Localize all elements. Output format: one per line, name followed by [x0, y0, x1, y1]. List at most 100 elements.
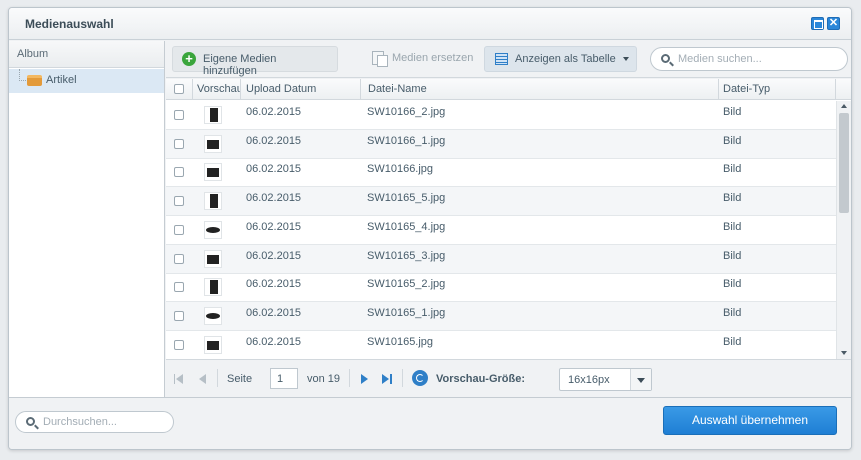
table-row[interactable]: 06.02.2015 SW10166_1.jpg Bild	[166, 129, 836, 159]
file-type-cell: Bild	[723, 306, 742, 319]
first-page-icon[interactable]	[174, 374, 183, 384]
upload-date-cell: 06.02.2015	[246, 192, 302, 205]
table-row[interactable]: 06.02.2015 SW10165_4.jpg Bild	[166, 216, 836, 245]
media-selection-window: Medienauswahl ✕ Album Artikel + Eigene M…	[8, 7, 852, 450]
row-checkbox[interactable]	[174, 282, 184, 293]
row-checkbox[interactable]	[174, 138, 184, 149]
file-name-cell: SW10165_5.jpg	[367, 192, 446, 205]
window-title: Medienauswahl	[25, 17, 114, 31]
column-upload-date[interactable]: Upload Datum	[241, 79, 361, 100]
preview-thumbnail	[204, 278, 222, 297]
media-search-box	[650, 47, 848, 71]
separator	[402, 369, 403, 387]
chevron-down-icon[interactable]	[630, 369, 651, 390]
album-item-artikel[interactable]: Artikel	[9, 69, 164, 93]
replace-media-button[interactable]: Medien ersetzen	[362, 46, 482, 72]
preview-thumbnail	[204, 335, 222, 354]
grid-header: Vorschau Upload Datum Datei-Name Datei-T…	[166, 79, 851, 100]
view-as-table-button[interactable]: Anzeigen als Tabelle	[484, 46, 637, 72]
table-row[interactable]: 06.02.2015 SW10166.jpg Bild	[166, 158, 836, 188]
grid-scrollbar[interactable]	[836, 101, 851, 359]
table-icon	[495, 53, 508, 65]
dialog-footer: Auswahl übernehmen	[9, 397, 851, 449]
refresh-icon[interactable]	[412, 370, 428, 386]
table-row[interactable]: 06.02.2015 SW10166_2.jpg Bild	[166, 101, 836, 130]
table-row[interactable]: 06.02.2015 SW10165_5.jpg Bild	[166, 187, 836, 217]
file-name-cell: SW10166_2.jpg	[367, 106, 446, 118]
media-search-input[interactable]	[678, 53, 838, 65]
file-type-cell: Bild	[723, 192, 742, 205]
row-checkbox[interactable]	[174, 253, 184, 264]
row-checkbox[interactable]	[174, 310, 184, 321]
row-checkbox[interactable]	[174, 339, 184, 350]
preview-thumbnail	[204, 163, 222, 182]
page-number-input[interactable]	[270, 368, 298, 389]
file-type-cell: Bild	[723, 220, 742, 233]
preview-size-value: 16x16px	[568, 374, 610, 386]
file-type-cell: Bild	[723, 134, 742, 147]
row-checkbox[interactable]	[174, 167, 184, 178]
table-row[interactable]: 06.02.2015 SW10165_3.jpg Bild	[166, 244, 836, 274]
table-row[interactable]: 06.02.2015 SW10165_2.jpg Bild	[166, 273, 836, 303]
file-name-cell: SW10165_3.jpg	[367, 249, 446, 262]
upload-date-cell: 06.02.2015	[246, 163, 302, 176]
column-preview[interactable]: Vorschau	[193, 79, 241, 100]
scroll-down-icon[interactable]	[841, 351, 847, 355]
close-icon[interactable]: ✕	[827, 17, 840, 30]
upload-date-cell: 06.02.2015	[246, 106, 302, 118]
search-icon	[661, 54, 670, 63]
last-page-icon[interactable]	[382, 374, 392, 384]
table-row[interactable]: 06.02.2015 SW10165.jpg Bild	[166, 331, 836, 359]
caret-down-icon	[623, 57, 629, 61]
page-label: Seite	[227, 373, 253, 385]
file-name-cell: SW10166_1.jpg	[367, 134, 446, 147]
preview-thumbnail	[204, 306, 222, 325]
folder-icon	[27, 75, 42, 86]
album-search-input[interactable]	[43, 416, 167, 428]
pagination-bar: Seite von 19 Vorschau-Größe: 16x16px	[166, 359, 851, 397]
upload-date-cell: 06.02.2015	[246, 220, 302, 233]
replace-media-label: Medien ersetzen	[392, 52, 474, 64]
file-name-cell: SW10166.jpg	[367, 163, 434, 176]
file-type-cell: Bild	[723, 163, 742, 176]
preview-size-select[interactable]: 16x16px	[559, 368, 652, 391]
media-main-panel: + Eigene Medien hinzufügen Medien ersetz…	[166, 41, 851, 397]
plus-icon: +	[182, 52, 196, 66]
scroll-up-icon[interactable]	[841, 104, 847, 108]
window-titlebar: Medienauswahl ✕	[9, 8, 851, 40]
scroll-thumb[interactable]	[839, 113, 849, 213]
upload-date-cell: 06.02.2015	[246, 306, 302, 319]
view-as-table-label: Anzeigen als Tabelle	[515, 53, 616, 65]
separator	[349, 369, 350, 387]
preview-thumbnail	[204, 249, 222, 268]
album-header: Album	[9, 41, 164, 68]
upload-date-cell: 06.02.2015	[246, 278, 302, 291]
file-name-cell: SW10165_4.jpg	[367, 220, 446, 233]
add-media-label: Eigene Medien hinzufügen	[203, 53, 277, 77]
page-count-label: von 19	[307, 373, 341, 385]
file-type-cell: Bild	[723, 249, 742, 262]
select-all-checkbox[interactable]	[174, 84, 184, 94]
column-file-type[interactable]: Datei-Typ	[719, 79, 836, 100]
apply-selection-button[interactable]: Auswahl übernehmen	[663, 406, 837, 435]
file-name-cell: SW10165_2.jpg	[367, 278, 446, 291]
media-grid: Vorschau Upload Datum Datei-Name Datei-T…	[166, 79, 851, 359]
upload-date-cell: 06.02.2015	[246, 134, 302, 147]
next-page-icon[interactable]	[361, 374, 368, 384]
album-panel: Album Artikel	[9, 41, 165, 397]
upload-date-cell: 06.02.2015	[246, 335, 302, 348]
table-row[interactable]: 06.02.2015 SW10165_1.jpg Bild	[166, 301, 836, 331]
select-all-column	[166, 79, 193, 100]
maximize-icon[interactable]	[811, 17, 824, 30]
previous-page-icon[interactable]	[199, 374, 206, 384]
file-type-cell: Bild	[723, 278, 742, 291]
media-toolbar: + Eigene Medien hinzufügen Medien ersetz…	[166, 41, 851, 78]
album-item-label: Artikel	[46, 74, 77, 86]
column-file-name[interactable]: Datei-Name	[361, 79, 719, 100]
row-checkbox[interactable]	[174, 110, 184, 120]
file-name-cell: SW10165.jpg	[367, 335, 434, 348]
row-checkbox[interactable]	[174, 196, 184, 207]
upload-date-cell: 06.02.2015	[246, 249, 302, 262]
row-checkbox[interactable]	[174, 224, 184, 235]
add-media-button[interactable]: + Eigene Medien hinzufügen	[172, 46, 338, 77]
